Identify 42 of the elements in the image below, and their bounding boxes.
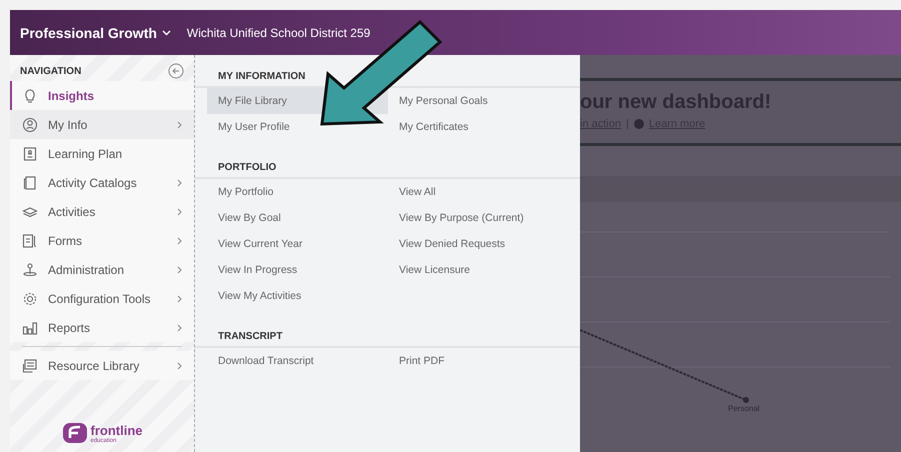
menu-link[interactable]: Download Transcript xyxy=(207,348,388,374)
nav-item[interactable]: Activities xyxy=(10,197,194,226)
nav-icon xyxy=(22,320,38,336)
menu-link[interactable]: My Certificates xyxy=(388,114,569,140)
menu-section-heading: TRANSCRIPT xyxy=(195,331,580,348)
app-title-dropdown[interactable]: Professional Growth xyxy=(20,24,171,40)
nav-item[interactable]: Forms xyxy=(10,226,194,255)
nav-item[interactable]: Resource Library xyxy=(10,351,194,380)
menu-link[interactable]: View Licensure xyxy=(388,257,569,283)
menu-link[interactable]: My Personal Goals xyxy=(388,88,569,114)
menu-link[interactable]: My Portfolio xyxy=(207,179,388,205)
nav-icon xyxy=(22,290,38,306)
navigation-heading: NAVIGATION xyxy=(20,66,82,76)
menu-link[interactable]: View In Progress xyxy=(207,257,388,283)
nav-item[interactable]: Learning Plan xyxy=(10,139,194,168)
nav-icon xyxy=(22,146,38,162)
nav-icon xyxy=(22,262,38,278)
brand-logo-icon xyxy=(62,422,88,444)
menu-section-heading: PORTFOLIO xyxy=(195,162,580,179)
menu-link[interactable]: Print PDF xyxy=(388,348,569,374)
nav-item[interactable]: Reports xyxy=(10,313,194,342)
district-name: Wichita Unified School District 259 xyxy=(186,26,370,40)
brand-name: frontline xyxy=(90,422,142,438)
menu-link[interactable]: View My Activities xyxy=(207,283,388,309)
nav-item[interactable]: Configuration Tools xyxy=(10,284,194,313)
menu-link[interactable]: View All xyxy=(388,179,569,205)
menu-link[interactable]: View By Purpose (Current) xyxy=(388,205,569,231)
collapse-icon[interactable] xyxy=(168,63,184,79)
nav-item[interactable]: Insights xyxy=(10,81,194,110)
nav-item[interactable]: Activity Catalogs xyxy=(10,168,194,197)
link-separator: | xyxy=(626,118,629,130)
nav-item[interactable]: My Info xyxy=(10,110,194,139)
menu-link[interactable]: View By Goal xyxy=(207,205,388,231)
menu-link[interactable]: View Current Year xyxy=(207,231,388,257)
nav-icon xyxy=(22,232,38,248)
nav-item[interactable]: Administration xyxy=(10,255,194,284)
nav-icon xyxy=(22,358,38,374)
menu-link[interactable]: My User Profile xyxy=(207,114,388,140)
nav-icon xyxy=(22,116,38,132)
nav-icon xyxy=(22,174,38,190)
caret-icon xyxy=(162,30,171,36)
menu-link[interactable]: View Denied Requests xyxy=(388,231,569,257)
